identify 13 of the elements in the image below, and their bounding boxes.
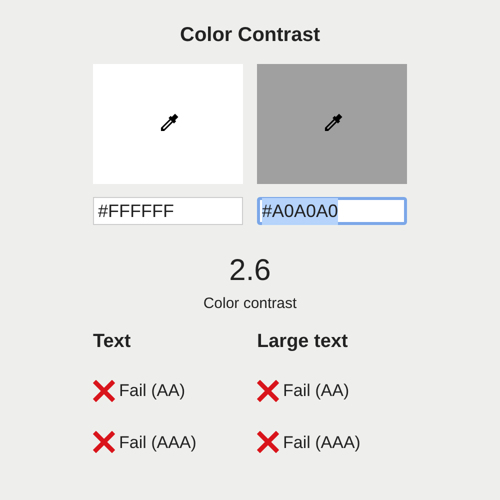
panel-title: Color Contrast: [179, 23, 321, 48]
color-swatch[interactable]: [257, 64, 407, 184]
result-label: Fail (AA): [283, 380, 350, 402]
contrast-label: Color contrast: [202, 294, 298, 314]
color-swatch[interactable]: [93, 64, 243, 184]
result-label: Fail (AAA): [283, 432, 360, 454]
hex-input-field[interactable]: #FFFFFF: [93, 197, 243, 225]
hex-input-field[interactable]: #A0A0A0: [257, 197, 407, 225]
section-heading: Text: [93, 330, 132, 354]
result-label: Fail (AAA): [119, 432, 196, 454]
section-heading: Large text: [257, 330, 349, 354]
contrast-ratio: 2.6: [228, 253, 272, 289]
result-label: Fail (AA): [119, 380, 186, 402]
